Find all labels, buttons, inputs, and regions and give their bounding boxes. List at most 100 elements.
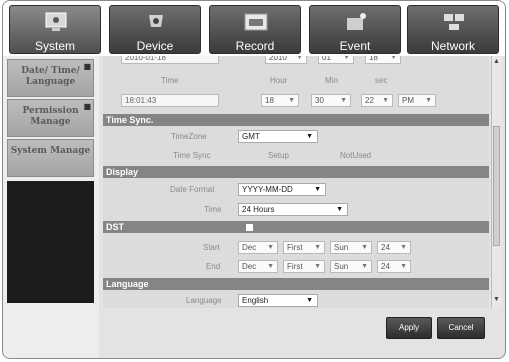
- time-format-select[interactable]: 24 Hours ▼: [238, 203, 348, 216]
- section-header-language: Language: [103, 278, 489, 290]
- timezone-select[interactable]: GMT ▼: [238, 130, 318, 143]
- apply-button[interactable]: Apply: [386, 317, 432, 339]
- chevron-down-icon: ▼: [267, 263, 274, 270]
- top-menu-bar: System Device Record Event Network: [3, 1, 505, 56]
- time-format-label: Time: [204, 205, 222, 214]
- chevron-down-icon: ▼: [336, 206, 343, 213]
- dst-start-day-select[interactable]: Sun ▼: [330, 241, 372, 254]
- day-value: 18: [369, 56, 378, 62]
- second-value: 22: [365, 96, 374, 105]
- language-select[interactable]: English ▼: [238, 294, 318, 307]
- side-menu-empty-area: [7, 181, 94, 303]
- hour-value: 18: [265, 96, 274, 105]
- dst-end-hour-value: 24: [381, 262, 390, 271]
- section-header-display: Display: [103, 166, 489, 178]
- dst-end-day-value: Sun: [334, 262, 349, 271]
- dst-end-day-select[interactable]: Sun ▼: [330, 260, 372, 273]
- second-select[interactable]: 22 ▼: [361, 94, 393, 107]
- dst-start-hour-value: 24: [381, 243, 390, 252]
- tab-event[interactable]: Event: [309, 5, 401, 54]
- dst-end-month-value: Dec: [242, 262, 257, 271]
- scroll-up-icon[interactable]: ▲: [493, 58, 500, 65]
- vertical-scrollbar[interactable]: ▲ ▼: [491, 56, 502, 308]
- tab-system[interactable]: System: [9, 5, 101, 54]
- hour-select[interactable]: 18 ▼: [261, 94, 299, 107]
- language-value: English: [242, 296, 269, 305]
- year-select[interactable]: 2010 ▼: [265, 56, 307, 64]
- sidebar-item-date-time-language[interactable]: ■ Date/ Time/ Language: [7, 59, 94, 97]
- cancel-button[interactable]: Cancel: [437, 317, 485, 339]
- date-format-select[interactable]: YYYY-MM-DD ▼: [238, 183, 326, 196]
- dst-start-week-value: First: [287, 243, 303, 252]
- monitor-icon: [45, 12, 67, 31]
- chevron-down-icon: ▼: [425, 97, 432, 104]
- chevron-down-icon: ▼: [361, 244, 368, 251]
- dvr-setup-window: System Device Record Event Network ■ Dat…: [2, 0, 506, 359]
- chevron-down-icon: ▼: [306, 297, 313, 304]
- tab-network[interactable]: Network: [407, 5, 499, 54]
- settings-panel: 2010-01-18 2010 ▼ 01 ▼ 18 ▼ Time Hour Min s…: [103, 56, 489, 308]
- network-icon: [444, 14, 464, 30]
- tab-device[interactable]: Device: [109, 5, 201, 54]
- bullet-icon: ■: [83, 61, 91, 71]
- minute-select[interactable]: 30 ▼: [311, 94, 351, 107]
- sidebar-item-permission-manage[interactable]: ■ Permission Manage: [7, 99, 94, 137]
- ampm-select[interactable]: PM ▼: [398, 94, 436, 107]
- ampm-value: PM: [402, 96, 414, 105]
- camera-icon: [149, 15, 163, 27]
- date-format-value: YYYY-MM-DD: [242, 185, 293, 194]
- dst-start-week-select[interactable]: First ▼: [283, 241, 325, 254]
- tab-label: System: [34, 39, 75, 53]
- tab-label: Record: [235, 39, 275, 53]
- tab-record[interactable]: Record: [209, 5, 301, 54]
- sidebar-item-label: Date/ Time/ Language: [21, 66, 80, 87]
- dst-start-month-select[interactable]: Dec ▼: [238, 241, 278, 254]
- min-label: Min: [325, 76, 338, 85]
- chevron-down-icon: ▼: [267, 244, 274, 251]
- dst-start-hour-select[interactable]: 24 ▼: [377, 241, 411, 254]
- chevron-down-icon: ▼: [306, 133, 313, 140]
- dst-start-day-value: Sun: [334, 243, 349, 252]
- language-label: Language: [186, 296, 222, 305]
- chevron-down-icon: ▼: [314, 244, 321, 251]
- scroll-down-icon[interactable]: ▼: [493, 296, 500, 303]
- dst-checkbox[interactable]: [245, 223, 254, 232]
- timezone-value: GMT: [242, 132, 260, 141]
- month-value: 01: [322, 56, 331, 62]
- time-format-value: 24 Hours: [242, 205, 275, 214]
- rec-icon: [244, 13, 268, 31]
- day-select[interactable]: 18 ▼: [365, 56, 401, 64]
- timezone-label: TimeZone: [171, 132, 207, 141]
- scrollbar-thumb[interactable]: [493, 126, 500, 246]
- alarm-icon: [347, 13, 366, 30]
- chevron-down-icon: ▼: [343, 56, 350, 61]
- chevron-down-icon: ▼: [314, 263, 321, 270]
- dst-end-week-select[interactable]: First ▼: [283, 260, 325, 273]
- time-sync-setup-button[interactable]: Setup: [268, 151, 289, 160]
- dst-end-month-select[interactable]: Dec ▼: [238, 260, 278, 273]
- time-sync-label: Time Sync: [173, 151, 211, 160]
- dst-start-label: Start: [203, 243, 220, 252]
- tab-label: Event: [339, 39, 371, 53]
- year-value: 2010: [269, 56, 287, 62]
- dst-end-hour-select[interactable]: 24 ▼: [377, 260, 411, 273]
- chevron-down-icon: ▼: [382, 97, 389, 104]
- dst-end-week-value: First: [287, 262, 303, 271]
- chevron-down-icon: ▼: [390, 56, 397, 61]
- sidebar-item-label: Permission Manage: [22, 106, 79, 127]
- chevron-down-icon: ▼: [296, 56, 303, 61]
- time-label: Time: [161, 76, 179, 85]
- dst-start-month-value: Dec: [242, 243, 257, 252]
- section-header-dst: DST: [103, 221, 489, 233]
- sidebar-item-label: System Manage: [10, 146, 91, 156]
- minute-value: 30: [315, 96, 324, 105]
- tab-label: Device: [136, 39, 174, 53]
- date-format-label: Date Format: [170, 185, 215, 194]
- current-time-field: 18:01:43: [121, 94, 219, 107]
- month-select[interactable]: 01 ▼: [318, 56, 354, 64]
- dst-end-label: End: [206, 262, 221, 271]
- date-value: 2010-01-18: [121, 56, 219, 64]
- sec-label: sec: [375, 76, 388, 85]
- sidebar-item-system-manage[interactable]: System Manage: [7, 139, 94, 177]
- chevron-down-icon: ▼: [361, 263, 368, 270]
